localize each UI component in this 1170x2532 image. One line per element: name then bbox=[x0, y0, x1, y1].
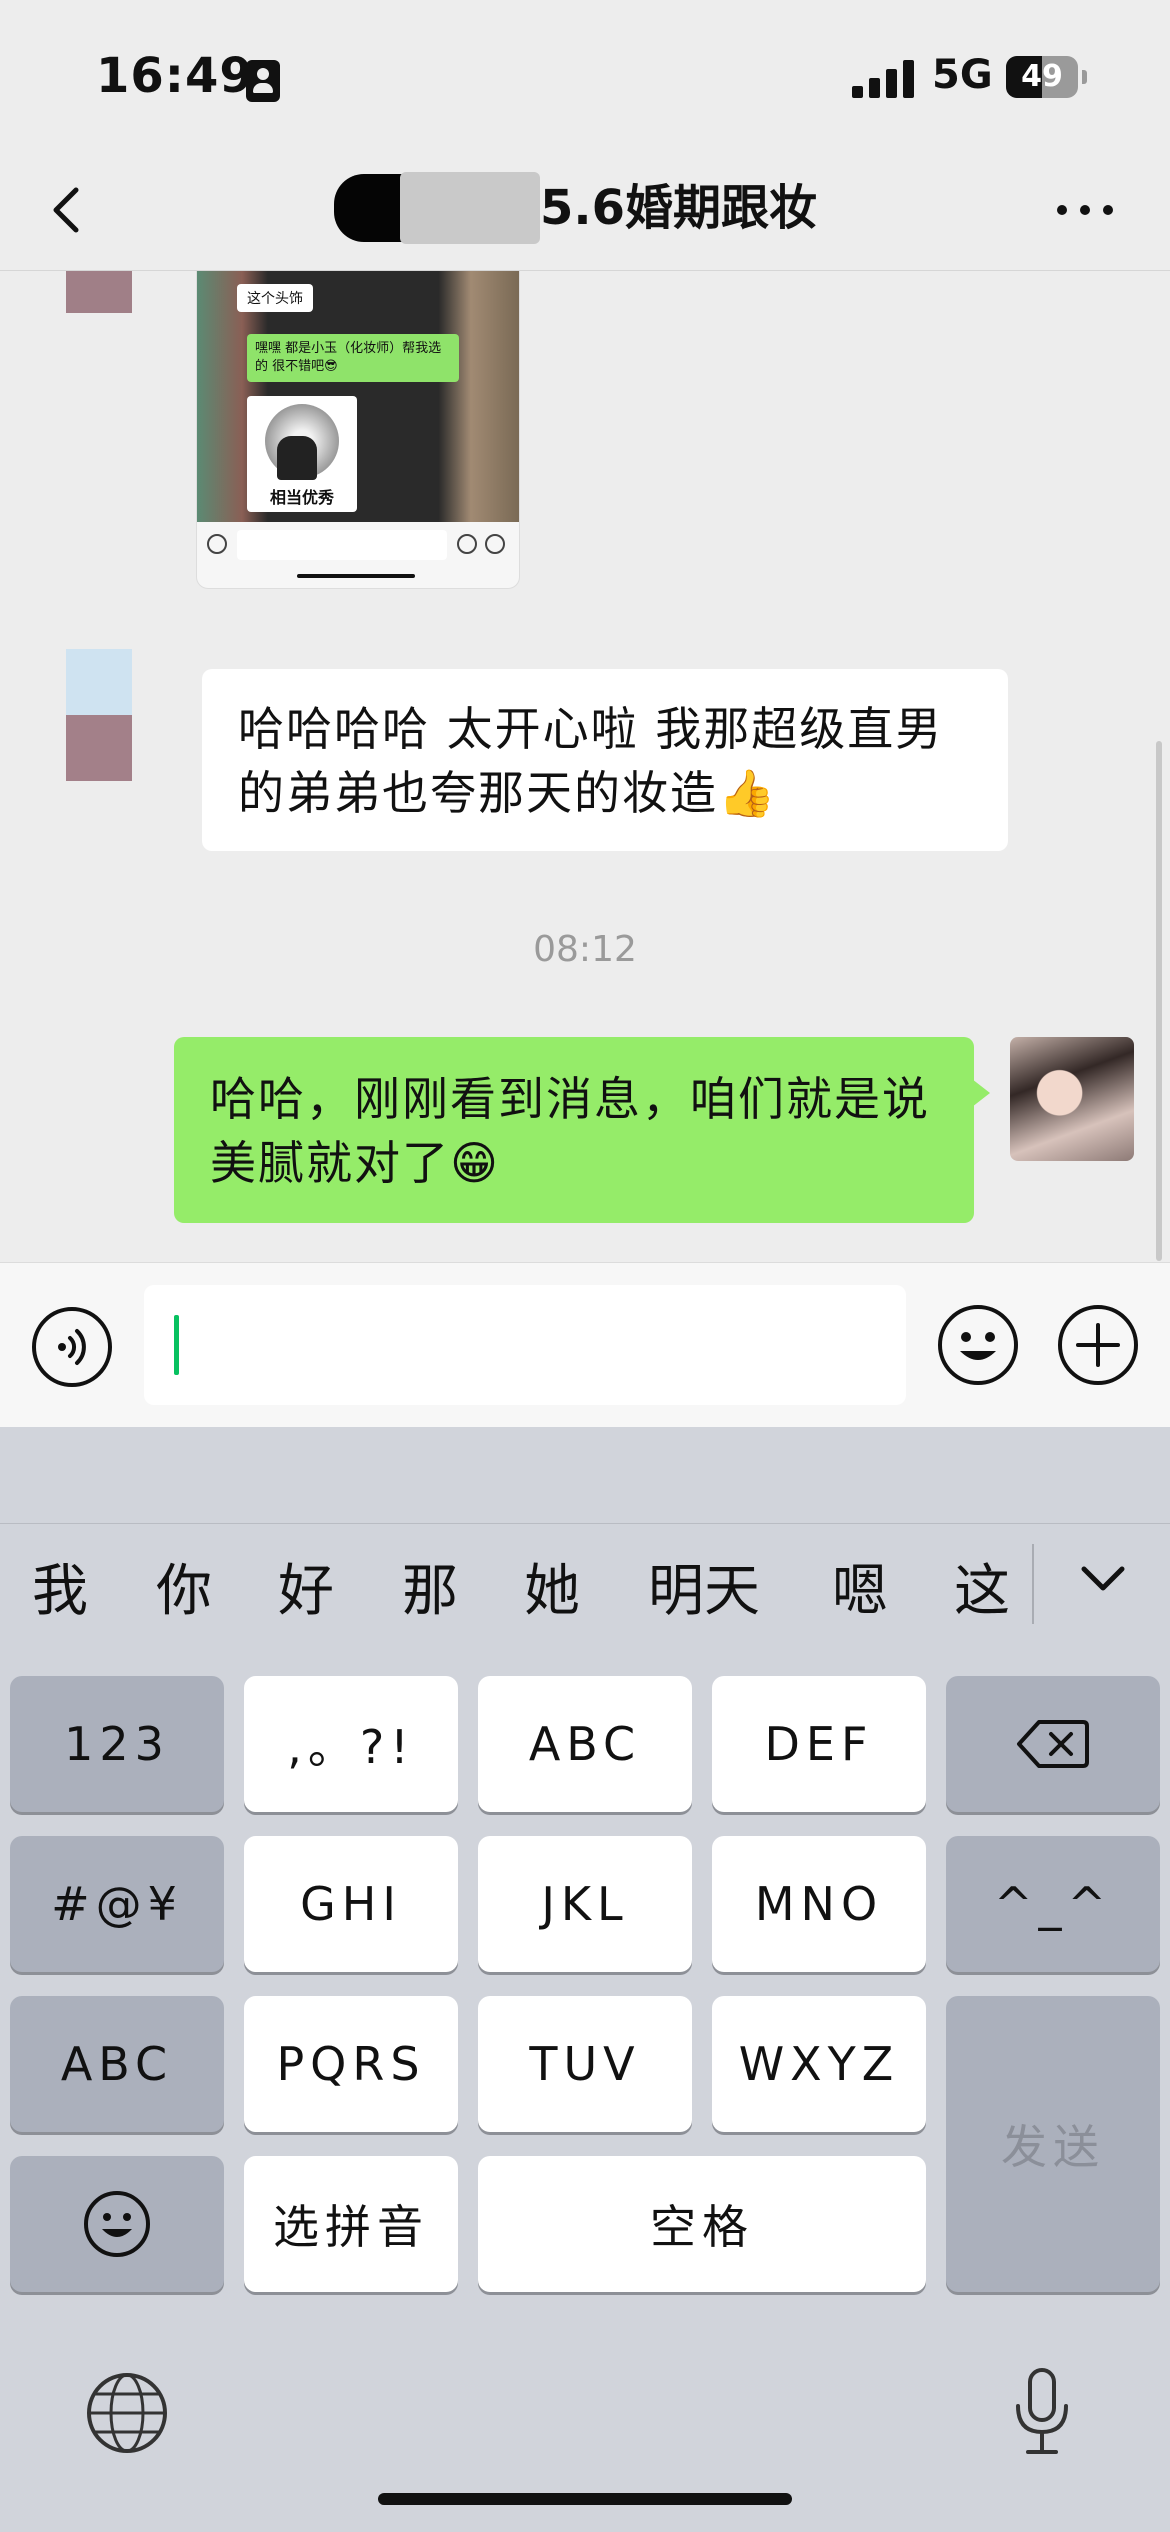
status-bar: 16:49 5G 49 bbox=[0, 0, 1170, 150]
abc-key[interactable]: ABC bbox=[478, 1676, 692, 1812]
ghi-key[interactable]: GHI bbox=[244, 1836, 458, 1972]
text-caret bbox=[174, 1315, 179, 1375]
more-dots-icon[interactable] bbox=[1050, 190, 1120, 230]
chevron-down-icon[interactable] bbox=[1070, 1554, 1136, 1604]
chat-area[interactable]: 这个头饰 嘿嘿 都是小玉（化妆师）帮我选的 很不错吧😎 相当优秀 哈哈哈哈 太开… bbox=[0, 271, 1170, 1261]
person-badge-icon bbox=[246, 60, 280, 102]
contact-avatar[interactable] bbox=[66, 649, 132, 781]
my-avatar[interactable] bbox=[1010, 1037, 1134, 1161]
candidate-bar: 我 你 好 那 她 明天 嗯 这 bbox=[0, 1523, 1170, 1638]
keyboard: 我 你 好 那 她 明天 嗯 这 bbox=[0, 1427, 1170, 2532]
microphone-icon[interactable] bbox=[1010, 2366, 1074, 2458]
outgoing-message-bubble[interactable]: 哈哈，刚刚看到消息，咱们就是说美腻就对了😁 bbox=[174, 1037, 990, 1223]
redacted-title-part bbox=[400, 172, 540, 244]
input-bar bbox=[0, 1262, 1170, 1427]
image-input-field bbox=[237, 530, 447, 560]
signal-strength-icon bbox=[852, 58, 916, 98]
home-indicator bbox=[297, 574, 415, 578]
backspace-key[interactable] bbox=[946, 1676, 1160, 1812]
numbers-key[interactable]: 123 bbox=[10, 1676, 224, 1812]
pinyin-select-key[interactable]: 选拼音 bbox=[244, 2156, 458, 2292]
plus-icon bbox=[485, 534, 505, 554]
divider bbox=[1032, 1544, 1034, 1624]
image-message[interactable]: 这个头饰 嘿嘿 都是小玉（化妆师）帮我选的 很不错吧😎 相当优秀 bbox=[196, 271, 520, 589]
emoji-icon bbox=[84, 2191, 150, 2257]
message-text: 哈哈，刚刚看到消息，咱们就是说美腻就对了😁 bbox=[210, 1072, 930, 1190]
mno-key[interactable]: MNO bbox=[712, 1836, 926, 1972]
voice-icon bbox=[207, 534, 227, 554]
network-type: 5G bbox=[932, 52, 993, 98]
message-timestamp: 08:12 bbox=[533, 929, 637, 970]
image-bubble-text: 这个头饰 bbox=[237, 284, 313, 312]
sticker: 相当优秀 bbox=[247, 396, 357, 512]
globe-icon[interactable] bbox=[84, 2370, 170, 2456]
message-text: 哈哈哈哈 太开心啦 我那超级直男的弟弟也夸那天的妆造👍 bbox=[238, 702, 944, 820]
incoming-message-bubble[interactable]: 哈哈哈哈 太开心啦 我那超级直男的弟弟也夸那天的妆造👍 bbox=[202, 669, 1008, 851]
candidate-word[interactable]: 那 bbox=[402, 1546, 458, 1627]
abc-mode-key[interactable]: ABC bbox=[10, 1996, 224, 2132]
image-bubble-text: 嘿嘿 都是小玉（化妆师）帮我选的 很不错吧😎 bbox=[247, 334, 459, 382]
pqrs-key[interactable]: PQRS bbox=[244, 1996, 458, 2132]
contact-avatar[interactable] bbox=[66, 271, 132, 313]
emoticon-key[interactable]: ^_^ bbox=[946, 1836, 1160, 1972]
backspace-icon bbox=[1017, 1720, 1089, 1768]
space-key[interactable]: 空格 bbox=[478, 2156, 926, 2292]
candidate-word[interactable]: 好 bbox=[278, 1546, 334, 1627]
wxyz-key[interactable]: WXYZ bbox=[712, 1996, 926, 2132]
battery-level: 49 bbox=[1021, 59, 1063, 94]
candidate-word[interactable]: 我 bbox=[32, 1546, 88, 1627]
candidate-word[interactable]: 她 bbox=[524, 1546, 580, 1627]
candidate-word[interactable]: 你 bbox=[156, 1546, 212, 1627]
battery-icon: 49 bbox=[1006, 56, 1078, 98]
plus-circle-icon[interactable] bbox=[1056, 1303, 1140, 1387]
emoji-key[interactable] bbox=[10, 2156, 224, 2292]
sticker-label: 相当优秀 bbox=[269, 488, 334, 507]
chevron-left-icon[interactable] bbox=[40, 180, 100, 240]
chat-header: 5.6婚期跟妆 bbox=[0, 150, 1170, 271]
symbols-key[interactable]: #@¥ bbox=[10, 1836, 224, 1972]
thumbs-up-icon bbox=[277, 436, 317, 480]
battery-tip bbox=[1082, 70, 1087, 84]
emoji-icon bbox=[457, 534, 477, 554]
emoji-icon[interactable] bbox=[936, 1303, 1020, 1387]
punctuation-key[interactable]: ,。?! bbox=[244, 1676, 458, 1812]
def-key[interactable]: DEF bbox=[712, 1676, 926, 1812]
chat-title: 5.6婚期跟妆 bbox=[540, 180, 818, 236]
candidate-word[interactable]: 嗯 bbox=[832, 1546, 888, 1627]
tuv-key[interactable]: TUV bbox=[478, 1996, 692, 2132]
home-indicator[interactable] bbox=[378, 2493, 792, 2505]
candidate-word[interactable]: 这 bbox=[954, 1546, 1010, 1627]
jkl-key[interactable]: JKL bbox=[478, 1836, 692, 1972]
scrollbar[interactable] bbox=[1156, 741, 1162, 1261]
candidate-word[interactable]: 明天 bbox=[648, 1546, 760, 1627]
voice-icon[interactable] bbox=[30, 1305, 114, 1389]
send-key[interactable]: 发送 bbox=[946, 1996, 1160, 2292]
message-input[interactable] bbox=[144, 1285, 906, 1405]
status-time: 16:49 bbox=[96, 48, 254, 104]
